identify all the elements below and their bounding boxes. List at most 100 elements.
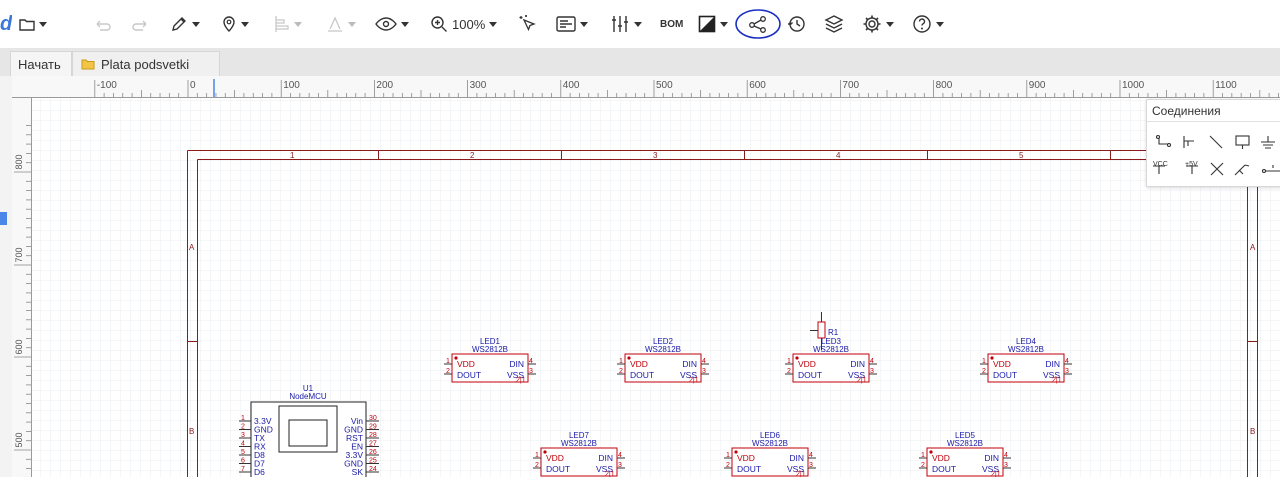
undo-button[interactable] xyxy=(93,12,113,36)
align-button[interactable] xyxy=(274,12,302,36)
mcu-part[interactable]: U1NodeMCU3.3V1GND2TX3RX4D85D76D67Vin30GN… xyxy=(239,384,379,477)
pin-num-4: 4 xyxy=(702,358,706,365)
layers-button[interactable] xyxy=(824,12,844,36)
led-body xyxy=(988,354,1064,382)
pin-din: DIN xyxy=(984,453,999,463)
cursor-sparkle-icon xyxy=(518,14,538,34)
led-part[interactable]: LED7WS2812BVDDDOUTDINVSS12432|1 xyxy=(533,431,625,477)
ruler-h-label: 400 xyxy=(563,80,580,91)
view-button[interactable] xyxy=(375,12,409,36)
tools-button[interactable] xyxy=(610,12,642,36)
part-sub: 2|1 xyxy=(991,471,1001,477)
pin-num-2: 2 xyxy=(726,462,730,469)
place-button[interactable] xyxy=(221,12,249,36)
left-strip-decor xyxy=(0,76,12,477)
net-port-tool-icon[interactable] xyxy=(1263,165,1280,173)
pin1-marker xyxy=(734,450,737,453)
help-icon xyxy=(912,14,932,34)
horizontal-ruler: -100010020030040050060070080090010001100 xyxy=(12,76,1280,98)
ruler-h-label: 300 xyxy=(470,80,487,91)
led-part[interactable]: LED3WS2812BVDDDOUTDINVSS12432|1 xyxy=(785,337,877,384)
ground-tool-icon[interactable] xyxy=(1261,136,1275,148)
pin-num-1: 1 xyxy=(446,358,450,365)
led-value: WS2812B xyxy=(947,439,983,448)
wire-tool-icon[interactable] xyxy=(1157,136,1171,147)
zoom-in-icon xyxy=(430,15,448,33)
led-parts: LED1WS2812BVDDDOUTDINVSS12432|1LED2WS281… xyxy=(444,337,1072,477)
part-sub: 2|1 xyxy=(605,471,615,477)
pin-din: DIN xyxy=(598,453,613,463)
pin1-marker xyxy=(929,450,932,453)
led-part[interactable]: LED6WS2812BVDDDOUTDINVSS12432|1 xyxy=(724,431,816,477)
part-sub: 2|1 xyxy=(689,377,699,384)
undo-icon xyxy=(93,16,113,32)
chevron-down-icon xyxy=(489,22,497,27)
tab-label: Начать xyxy=(18,57,61,72)
led-part[interactable]: LED5WS2812BVDDDOUTDINVSS12432|1 xyxy=(919,431,1011,477)
mcu-pin-name: 3.3V xyxy=(254,416,272,426)
net-label-tool-icon[interactable] xyxy=(1236,136,1249,149)
tab-start[interactable]: Начать xyxy=(10,51,72,76)
no-connect-tool-icon[interactable] xyxy=(1211,163,1223,175)
led-body xyxy=(541,448,617,476)
pin-dout: DOUT xyxy=(457,370,481,380)
theme-button[interactable] xyxy=(698,12,728,36)
pin-num-2: 2 xyxy=(921,462,925,469)
zone-col-3: 3 xyxy=(653,151,658,160)
mcu-pin-name: SK xyxy=(352,467,364,477)
chevron-down-icon xyxy=(348,22,356,27)
bus-tool-icon[interactable] xyxy=(1184,136,1194,148)
mcu-pin-name: GND xyxy=(344,425,363,435)
pin-num-3: 3 xyxy=(1004,462,1008,469)
pin-num-3: 3 xyxy=(702,368,706,375)
bom-label: BOM xyxy=(660,19,683,30)
ruler-h-label: 600 xyxy=(749,80,766,91)
zoom-button[interactable]: 100% xyxy=(430,12,497,36)
history-button[interactable] xyxy=(786,12,806,36)
pin-vss: VSS xyxy=(507,370,524,380)
file-menu-button[interactable] xyxy=(19,12,47,36)
location-pin-icon xyxy=(221,15,237,33)
redo-icon xyxy=(130,16,150,32)
pin1-marker xyxy=(627,356,630,359)
share-button[interactable] xyxy=(735,8,781,40)
led-part[interactable]: LED2WS2812BVDDDOUTDINVSS12432|1 xyxy=(617,337,709,384)
led-part[interactable]: LED4WS2812BVDDDOUTDINVSS12432|1 xyxy=(980,337,1072,384)
folder-icon xyxy=(81,58,95,70)
left-panel-strip xyxy=(0,76,13,477)
chevron-down-icon xyxy=(192,22,200,27)
zone-col-2: 2 xyxy=(470,151,475,160)
mcu-pin-name: D6 xyxy=(254,467,265,477)
ruler-v-label: 800 xyxy=(14,154,24,169)
mcu-pin-name: Vin xyxy=(351,416,363,426)
help-button[interactable] xyxy=(912,12,944,36)
pin-din: DIN xyxy=(1045,359,1060,369)
ruler-h-label: 700 xyxy=(842,80,859,91)
settings-button[interactable] xyxy=(862,12,894,36)
chevron-down-icon xyxy=(720,22,728,27)
draw-tool-button[interactable] xyxy=(170,12,200,36)
chevron-down-icon xyxy=(39,22,47,27)
ruler-h-label: 1100 xyxy=(1215,80,1237,91)
mcu-pin-num: 27 xyxy=(369,441,377,448)
pin-vss: VSS xyxy=(848,370,865,380)
mcu-module-outline xyxy=(279,406,337,452)
pin-vdd: VDD xyxy=(630,359,648,369)
tab-schematic[interactable]: Plata podsvetki xyxy=(72,51,220,76)
led-part[interactable]: LED1WS2812BVDDDOUTDINVSS12432|1 xyxy=(444,337,536,384)
distribute-button[interactable] xyxy=(326,12,356,36)
line-tool-icon[interactable] xyxy=(1210,136,1222,148)
resistor-r1[interactable]: R1 xyxy=(810,312,839,350)
select-tool-button[interactable] xyxy=(518,12,538,36)
pin-din: DIN xyxy=(850,359,865,369)
redo-button[interactable] xyxy=(130,12,150,36)
led-ref: LED7 xyxy=(569,431,590,440)
pin-din: DIN xyxy=(509,359,524,369)
led-value: WS2812B xyxy=(561,439,597,448)
bom-button[interactable]: BOM xyxy=(660,12,683,36)
net-flag-tool-icon[interactable] xyxy=(1235,165,1249,175)
pin-vss: VSS xyxy=(596,464,613,474)
gear-icon xyxy=(862,14,882,34)
zone-col-4: 4 xyxy=(836,151,841,160)
netlist-button[interactable] xyxy=(556,12,588,36)
